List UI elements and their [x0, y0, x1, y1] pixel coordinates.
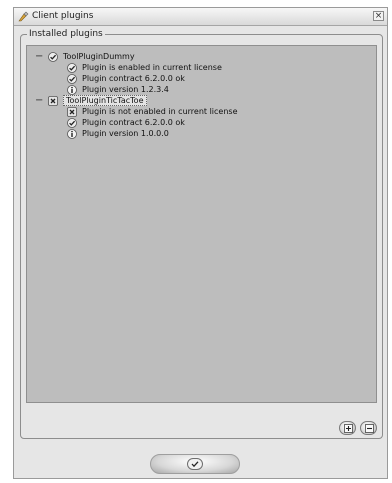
dialog-title: Client plugins: [32, 11, 94, 21]
expand-all-button[interactable]: [339, 421, 356, 435]
error-x-icon: [67, 106, 77, 117]
close-button[interactable]: ×: [373, 11, 384, 21]
plugin-name: ToolPluginTicTacToe: [63, 95, 147, 106]
title-bar[interactable]: Client plugins ×: [14, 8, 387, 26]
checkmark-icon: [187, 458, 203, 470]
detail-text: Plugin is not enabled in current license: [82, 107, 238, 116]
info-icon: [67, 128, 77, 139]
plugins-tree[interactable]: − ToolPluginDummy Plugin is enabled in c…: [26, 45, 377, 403]
tree-node-detail[interactable]: Plugin version 1.2.3.4: [67, 84, 169, 95]
tree-node-detail[interactable]: Plugin version 1.0.0.0: [67, 128, 169, 139]
info-icon: [67, 84, 77, 95]
error-x-icon: [48, 95, 58, 106]
check-badge-icon: [67, 62, 77, 73]
check-badge-icon: [48, 51, 58, 62]
tree-node-detail[interactable]: Plugin contract 6.2.0.0 ok: [67, 73, 185, 84]
group-title: Installed plugins: [27, 29, 105, 39]
check-badge-icon: [67, 117, 77, 128]
detail-text: Plugin is enabled in current license: [82, 63, 222, 72]
tree-node-detail[interactable]: Plugin contract 6.2.0.0 ok: [67, 117, 185, 128]
ok-button[interactable]: [150, 454, 240, 474]
tree-node-plugin[interactable]: − ToolPluginTicTacToe: [35, 95, 147, 106]
client-plugins-dialog: Client plugins × Installed plugins − Too…: [13, 7, 388, 479]
tree-node-detail[interactable]: Plugin is enabled in current license: [67, 62, 222, 73]
check-badge-icon: [67, 73, 77, 84]
detail-text: Plugin contract 6.2.0.0 ok: [82, 118, 185, 127]
collapse-toggle[interactable]: −: [35, 95, 43, 106]
tree-node-detail[interactable]: Plugin is not enabled in current license: [67, 106, 238, 117]
detail-text: Plugin version 1.0.0.0: [82, 129, 169, 138]
tree-node-plugin[interactable]: − ToolPluginDummy: [35, 51, 135, 62]
plugin-name: ToolPluginDummy: [63, 52, 135, 61]
plugin-icon: [18, 11, 29, 22]
detail-text: Plugin contract 6.2.0.0 ok: [82, 74, 185, 83]
collapse-toggle[interactable]: −: [35, 51, 43, 62]
installed-plugins-group: Installed plugins − ToolPluginDummy Plug…: [20, 29, 383, 439]
close-icon: ×: [374, 11, 383, 21]
detail-text: Plugin version 1.2.3.4: [82, 85, 169, 94]
collapse-all-button[interactable]: [360, 421, 377, 435]
